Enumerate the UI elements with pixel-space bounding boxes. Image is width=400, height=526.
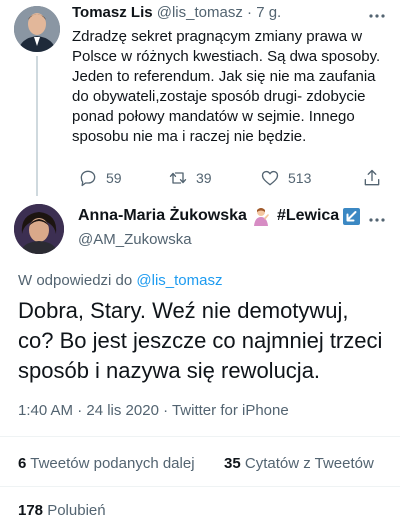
retweet-button[interactable]: 39 <box>168 168 212 188</box>
gesture-emoji-icon <box>251 206 271 226</box>
like-button[interactable]: 513 <box>260 168 311 188</box>
main-author-name[interactable]: Anna-Maria Żukowska <box>78 207 247 225</box>
reply-count: 59 <box>106 170 122 186</box>
main-tweet-author: Anna-Maria Żukowska #Lewica @AM_Zukowska <box>0 200 400 260</box>
tweet-timestamp-source[interactable]: 1:40 AM · 24 lis 2020 · Twitter for iPho… <box>18 402 289 419</box>
likes-stat[interactable]: 178 Polubień <box>18 502 106 519</box>
main-tweet-text: Dobra, Stary. Weź nie demotywuj, co? Bo … <box>18 298 383 383</box>
parent-header: Tomasz Lis @lis_tomasz · 7 g. <box>72 4 281 21</box>
share-button[interactable] <box>362 168 390 188</box>
main-author-tag[interactable]: #Lewica <box>277 207 339 225</box>
retweets-label: Tweetów podanych dalej <box>30 455 195 472</box>
replying-to: W odpowiedzi do @lis_tomasz <box>18 272 223 289</box>
like-count: 513 <box>288 170 312 186</box>
replying-to-mention[interactable]: @lis_tomasz <box>136 272 222 289</box>
more-icon <box>369 218 385 222</box>
avatar-tomasz-lis[interactable] <box>14 6 60 52</box>
parent-action-bar: 59 39 513 <box>72 168 392 190</box>
quotes-count: 35 <box>224 455 241 472</box>
parent-tweet[interactable]: Tomasz Lis @lis_tomasz · 7 g. Zdradzę se… <box>0 0 400 196</box>
parent-author-handle[interactable]: @lis_tomasz <box>157 4 243 21</box>
parent-more-button[interactable] <box>368 6 386 24</box>
quotes-stat[interactable]: 35 Cytatów z Tweetów <box>224 455 374 472</box>
likes-label: Polubień <box>47 502 106 519</box>
share-icon <box>364 169 380 186</box>
main-author-name-row: Anna-Maria Żukowska #Lewica <box>78 206 361 226</box>
retweets-stat[interactable]: 6 Tweetów podanych dalej <box>18 455 195 472</box>
thread-line <box>36 56 38 196</box>
retweet-icon <box>169 172 187 184</box>
reply-icon <box>80 170 96 187</box>
retweet-count: 39 <box>196 170 212 186</box>
parent-author-name[interactable]: Tomasz Lis <box>72 4 153 21</box>
header-separator: · <box>242 4 257 21</box>
parent-time[interactable]: 7 g. <box>256 4 281 21</box>
replying-to-prefix: W odpowiedzi do <box>18 272 137 289</box>
reply-button[interactable]: 59 <box>78 168 122 188</box>
like-icon <box>261 170 279 186</box>
avatar-anna-maria-zukowska[interactable] <box>14 204 64 254</box>
arrow-badge-icon <box>343 207 361 225</box>
divider <box>0 436 400 437</box>
likes-count: 178 <box>18 502 44 519</box>
parent-tweet-text: Zdradzę sekret pragnącym zmiany prawa w … <box>72 28 381 145</box>
more-icon <box>369 14 385 18</box>
main-author-handle[interactable]: @AM_Zukowska <box>78 231 192 248</box>
divider <box>0 486 400 487</box>
main-more-button[interactable] <box>368 210 386 228</box>
quotes-label: Cytatów z Tweetów <box>244 455 374 472</box>
retweets-count: 6 <box>18 455 27 472</box>
